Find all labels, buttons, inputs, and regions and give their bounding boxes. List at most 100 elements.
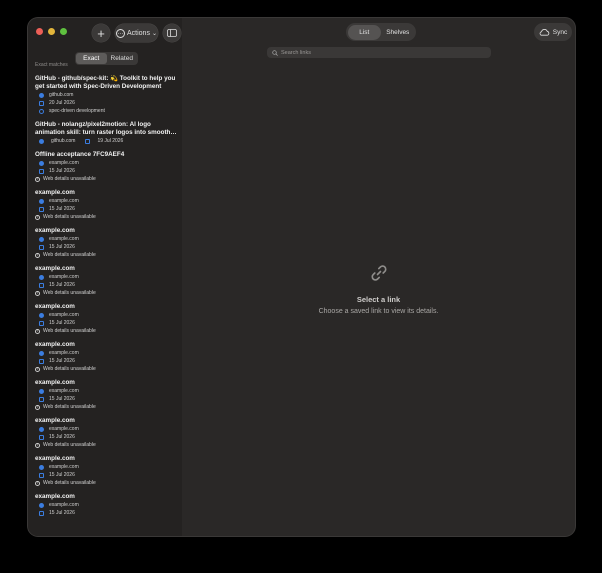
calendar-icon xyxy=(39,206,44,212)
link-title: GitHub - nolangz/pixel2motion: AI logo a… xyxy=(35,121,171,136)
link-note: Web details unavailable xyxy=(43,404,96,410)
segment-exact[interactable]: Exact xyxy=(76,53,107,64)
link-title: example.com xyxy=(35,417,75,424)
cloud-icon xyxy=(539,29,549,36)
link-date: 15 Jul 2026 xyxy=(49,510,75,516)
link-title: example.com xyxy=(35,341,75,348)
link-date: 15 Jul 2026 xyxy=(49,206,75,212)
globe-icon xyxy=(39,502,44,508)
list-item[interactable]: example.com example.com 15 Jul 2026 i Web de… xyxy=(35,227,180,259)
globe-icon xyxy=(39,388,44,394)
list-item[interactable]: example.com example.com 15 Jul 2026 i Web de… xyxy=(35,265,180,297)
link-note: Web details unavailable xyxy=(43,176,96,182)
search-field[interactable] xyxy=(267,47,491,58)
list-item[interactable]: example.com example.com 15 Jul 2026 i Web de… xyxy=(35,341,180,373)
globe-icon xyxy=(39,426,44,432)
zoom-window-button[interactable] xyxy=(60,28,67,35)
link-date: 15 Jul 2026 xyxy=(49,168,75,174)
link-domain: example.com xyxy=(49,236,79,242)
globe-icon xyxy=(39,198,44,204)
close-window-button[interactable] xyxy=(36,28,43,35)
view-mode-toggle: List Shelves xyxy=(346,23,416,41)
link-date: 15 Jul 2026 xyxy=(49,244,75,250)
globe-icon xyxy=(39,464,44,470)
link-title: example.com xyxy=(35,265,75,272)
section-label: Exact matches xyxy=(35,62,68,68)
link-title: example.com xyxy=(35,303,75,310)
link-domain: example.com xyxy=(49,350,79,356)
link-title: Offline acceptance 7FC9AEF4 xyxy=(35,151,125,158)
toggle-sidebar-button[interactable] xyxy=(163,24,181,42)
list-item[interactable]: GitHub - github/spec-kit: 💫 Toolkit to h… xyxy=(35,75,180,115)
info-icon: i xyxy=(35,404,40,410)
info-icon: i xyxy=(35,252,40,258)
sync-button[interactable]: Sync xyxy=(534,23,572,41)
link-date: 15 Jul 2026 xyxy=(49,282,75,288)
empty-state-title: Select a link xyxy=(356,295,401,304)
link-date: 19 Jul 2026 xyxy=(97,138,124,144)
match-type-segmented-control: Exact Related xyxy=(75,52,138,65)
link-domain: github.com xyxy=(51,138,76,144)
link-note: Web details unavailable xyxy=(43,252,96,258)
actions-menu-button[interactable]: … Actions ⌄ xyxy=(115,24,158,42)
calendar-icon xyxy=(39,320,44,326)
calendar-icon xyxy=(39,244,44,250)
search-input[interactable] xyxy=(278,49,481,56)
calendar-icon xyxy=(39,472,44,478)
calendar-icon xyxy=(39,434,44,440)
link-domain: example.com xyxy=(49,388,79,394)
list-item[interactable]: example.com example.com 15 Jul 2026 i Web de… xyxy=(35,417,180,449)
empty-state-subtitle: Choose a saved link to view its details. xyxy=(318,308,439,315)
list-item[interactable]: example.com example.com 15 Jul 2026 i Web de… xyxy=(35,379,180,411)
chevron-down-icon: ⌄ xyxy=(151,30,157,37)
list-item[interactable]: Offline acceptance 7FC9AEF4 example.com 15… xyxy=(35,151,180,183)
link-title: example.com xyxy=(35,455,75,462)
link-note: Web details unavailable xyxy=(43,442,96,448)
view-list-button[interactable]: List xyxy=(347,24,381,40)
link-title: example.com xyxy=(35,379,75,386)
link-icon xyxy=(371,265,386,281)
minimize-window-button[interactable] xyxy=(48,28,55,35)
link-domain: example.com xyxy=(49,198,79,204)
link-date: 15 Jul 2026 xyxy=(49,434,75,440)
actions-label: Actions xyxy=(127,29,150,37)
sync-label: Sync xyxy=(552,28,568,36)
add-link-button[interactable]: + xyxy=(92,24,110,42)
link-note: Web details unavailable xyxy=(43,366,96,372)
globe-icon xyxy=(39,92,44,98)
list-item[interactable]: example.com example.com 15 Jul 2026 xyxy=(35,493,180,517)
sidebar-icon xyxy=(167,29,177,37)
list-item[interactable]: example.com example.com 15 Jul 2026 i Web de… xyxy=(35,303,180,335)
info-icon: i xyxy=(35,214,40,220)
tag-icon xyxy=(39,108,44,114)
link-note: Web details unavailable xyxy=(43,290,96,296)
link-title: example.com xyxy=(35,493,75,500)
list-item[interactable]: example.com example.com 15 Jul 2026 i Web de… xyxy=(35,455,180,487)
link-domain: github.com xyxy=(49,92,74,98)
link-domain: example.com xyxy=(49,502,79,508)
globe-icon xyxy=(39,350,44,356)
link-domain: example.com xyxy=(49,426,79,432)
link-date: 15 Jul 2026 xyxy=(49,396,75,402)
link-date: 15 Jul 2026 xyxy=(49,472,75,478)
app-window: + … Actions ⌄ Exact Related Exact matche… xyxy=(28,18,575,536)
list-item[interactable]: GitHub - nolangz/pixel2motion: AI logo a… xyxy=(35,121,180,145)
info-icon: i xyxy=(35,442,40,448)
globe-icon xyxy=(39,138,44,144)
link-date: 15 Jul 2026 xyxy=(49,358,75,364)
link-note: Web details unavailable xyxy=(43,328,96,334)
info-icon: i xyxy=(35,366,40,372)
info-icon: i xyxy=(35,176,40,182)
info-icon: i xyxy=(35,328,40,334)
link-note: Web details unavailable xyxy=(43,480,96,486)
segment-related[interactable]: Related xyxy=(107,53,138,64)
link-title: GitHub - github/spec-kit: 💫 Toolkit to h… xyxy=(35,75,176,90)
view-shelves-button[interactable]: Shelves xyxy=(381,25,415,40)
link-domain: example.com xyxy=(49,274,79,280)
link-domain: example.com xyxy=(49,312,79,318)
sidebar: + … Actions ⌄ Exact Related Exact matche… xyxy=(28,18,182,536)
globe-icon xyxy=(39,160,44,166)
globe-icon xyxy=(39,312,44,318)
list-item[interactable]: example.com example.com 15 Jul 2026 i Web de… xyxy=(35,189,180,221)
link-date: 20 Jul 2026 xyxy=(49,100,75,106)
